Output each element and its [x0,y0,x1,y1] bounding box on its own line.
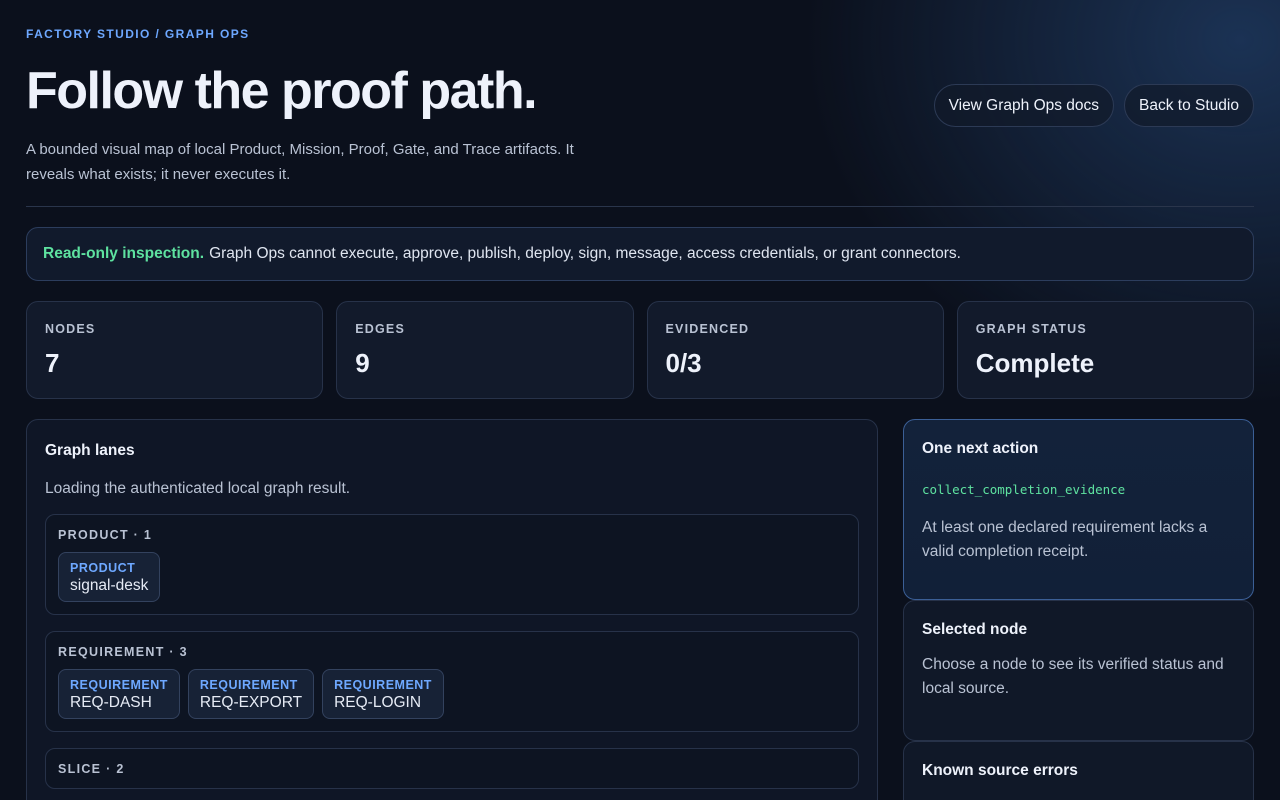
node-chip[interactable]: PRODUCT signal-desk [58,552,161,602]
node-name: REQ-EXPORT [199,694,303,711]
node-type: PRODUCT [70,561,136,575]
stat-edges: EDGES 9 [336,301,634,399]
next-action-code: collect_completion_evidence [922,482,1126,497]
stat-value: 9 [355,348,370,378]
lane-label: REQUIREMENT · 3 [58,645,188,659]
node-type: REQUIREMENT [334,678,432,692]
card-title: Selected node [922,621,1028,638]
next-action-card: One next action collect_completion_evide… [903,419,1254,600]
node-type: REQUIREMENT [70,678,168,692]
node-chip[interactable]: REQUIREMENT REQ-EXPORT [187,669,315,719]
card-title: Known source errors [922,762,1078,779]
selected-node-text: Choose a node to see its verified status… [922,656,1224,697]
graph-lanes-panel: Graph lanes Loading the authenticated lo… [26,419,878,800]
lane-nodes: PRODUCT signal-desk [58,552,846,602]
lane-requirement: REQUIREMENT · 3 REQUIREMENT REQ-DASH REQ… [45,631,859,732]
stat-label: GRAPH STATUS [975,322,1087,336]
stat-value: 0/3 [665,348,702,378]
side-panel: One next action collect_completion_evide… [903,419,1254,800]
stat-value: 7 [45,348,60,378]
breadcrumb: FACTORY STUDIO / GRAPH OPS [26,27,250,41]
stat-label: EVIDENCED [665,322,750,336]
node-type: REQUIREMENT [199,678,298,692]
stat-value: Complete [975,348,1095,378]
view-docs-button[interactable]: View Graph Ops docs [933,84,1115,127]
header-divider [26,206,1254,207]
back-to-studio-button[interactable]: Back to Studio [1124,84,1254,127]
stat-evidenced: EVIDENCED 0/3 [646,301,944,399]
stat-graph-status: GRAPH STATUS Complete [956,301,1254,399]
loading-status: Loading the authenticated local graph re… [45,480,351,497]
stats-row: NODES 7 EDGES 9 EVIDENCED 0/3 GRAPH STAT… [26,301,1254,399]
stat-nodes: NODES 7 [26,301,324,399]
read-only-notice: Read-only inspection. Graph Ops cannot e… [26,227,1254,281]
source-errors-card: Known source errors [903,741,1254,800]
lane-label: PRODUCT · 1 [58,528,153,542]
page-subtitle: A bounded visual map of local Product, M… [26,141,574,183]
node-chip[interactable]: REQUIREMENT REQ-LOGIN [322,669,444,719]
next-action-text: At least one declared requirement lacks … [922,519,1208,560]
node-name: signal-desk [70,577,149,594]
notice-strong: Read-only inspection. [43,245,205,262]
notice-text: Graph Ops cannot execute, approve, publi… [209,245,961,262]
page-title: Follow the proof path. [26,62,538,120]
stat-label: EDGES [355,322,406,336]
header-actions: View Graph Ops docs Back to Studio [933,84,1254,127]
card-title: One next action [922,440,1039,457]
panel-title: Graph lanes [45,442,135,459]
lane-product: PRODUCT · 1 PRODUCT signal-desk [45,514,859,615]
node-chip[interactable]: REQUIREMENT REQ-DASH [58,669,180,719]
stat-label: NODES [45,322,96,336]
node-name: REQ-LOGIN [334,694,422,711]
node-name: REQ-DASH [70,694,152,711]
lane-slice: SLICE · 2 [45,748,859,789]
lane-nodes: REQUIREMENT REQ-DASH REQUIREMENT REQ-EXP… [58,669,846,719]
selected-node-card: Selected node Choose a node to see its v… [903,600,1254,741]
lane-label: SLICE · 2 [58,762,125,776]
